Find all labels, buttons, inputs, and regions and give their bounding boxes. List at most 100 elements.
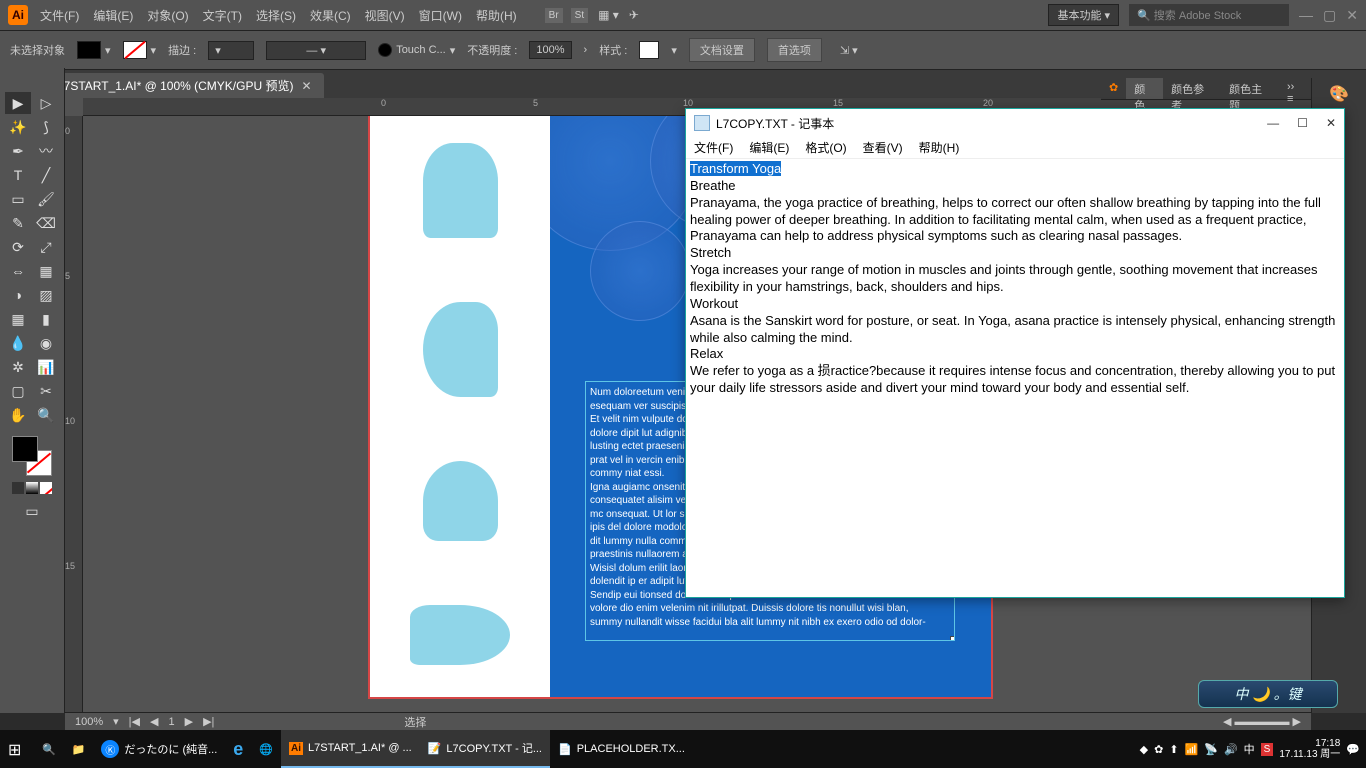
system-tray[interactable]: ◆ ✿ ⬆ 📶 📡 🔊 中 S 17:18 17.11.13 周一 💬 — [1140, 738, 1366, 760]
tray-ime-icon[interactable]: 中 — [1244, 741, 1255, 757]
menu-window[interactable]: 窗口(W) — [419, 7, 462, 24]
taskbar-illustrator[interactable]: AiL7START_1.AI* @ ... — [281, 730, 420, 768]
color-panel-tab[interactable]: 颜色 — [1126, 78, 1163, 99]
taskbar-browser-icon[interactable]: 🌐 — [251, 730, 281, 768]
notepad-window[interactable]: L7COPY.TXT - 记事本 — ☐ ✕ 文件(F) 编辑(E) 格式(O)… — [685, 108, 1345, 598]
np-menu-edit[interactable]: 编辑(E) — [749, 139, 789, 156]
direct-selection-tool[interactable]: ▷ — [33, 92, 59, 114]
menu-help[interactable]: 帮助(H) — [476, 7, 517, 24]
stock-icon[interactable]: St — [571, 8, 588, 23]
menu-select[interactable]: 选择(S) — [256, 7, 296, 24]
magic-wand-tool[interactable]: ✨ — [5, 116, 31, 138]
workspace-selector[interactable]: 基本功能 ▾ — [1048, 4, 1119, 26]
menu-type[interactable]: 文字(T) — [203, 7, 242, 24]
notepad-text-area[interactable]: Transform Yoga Breathe Pranayama, the yo… — [686, 159, 1344, 597]
taskbar-search-icon[interactable]: 🔍 — [34, 730, 64, 768]
overset-text-icon[interactable]: + — [950, 636, 955, 641]
nav-first-icon[interactable]: |◀ — [129, 715, 140, 728]
paintbrush-tool[interactable]: 🖌 — [33, 188, 59, 210]
tray-icon[interactable]: ◆ — [1140, 743, 1148, 756]
taskbar-music-app[interactable]: Ⓚだったのに (純音... — [93, 730, 225, 768]
scale-tool[interactable]: ⤢ — [33, 236, 59, 258]
hand-tool[interactable]: ✋ — [5, 404, 31, 426]
blend-tool[interactable]: ◉ — [33, 332, 59, 354]
taskbar-notepad-l7copy[interactable]: 📝L7COPY.TXT - 记... — [420, 730, 550, 768]
mesh-tool[interactable]: ▦ — [5, 308, 31, 330]
np-menu-file[interactable]: 文件(F) — [694, 139, 733, 156]
pen-tool[interactable]: ✒ — [5, 140, 31, 162]
stroke-profile-dropdown[interactable]: — ▾ — [266, 41, 366, 60]
eyedropper-tool[interactable]: 💧 — [5, 332, 31, 354]
tray-wifi-icon[interactable]: 📶 — [1185, 743, 1199, 756]
bridge-icon[interactable]: Br — [545, 8, 563, 23]
none-mode-icon[interactable] — [40, 482, 52, 494]
tray-volume-icon[interactable]: 🔊 — [1224, 743, 1238, 756]
taskbar-explorer-icon[interactable]: 📁 — [64, 730, 94, 768]
perspective-tool[interactable]: ▨ — [33, 284, 59, 306]
opacity-input[interactable]: 100% — [529, 41, 571, 59]
menu-view[interactable]: 视图(V) — [365, 7, 405, 24]
document-settings-button[interactable]: 文档设置 — [689, 38, 755, 62]
menu-object[interactable]: 对象(O) — [147, 7, 188, 24]
window-maximize-icon[interactable]: ▢ — [1323, 7, 1336, 24]
np-menu-view[interactable]: 查看(V) — [863, 139, 903, 156]
graph-tool[interactable]: 📊 — [33, 356, 59, 378]
color-theme-tab[interactable]: 颜色主题 — [1221, 78, 1279, 99]
document-tab[interactable]: L7START_1.AI* @ 100% (CMYK/GPU 预览) ✕ — [45, 73, 324, 98]
line-tool[interactable]: ╱ — [33, 164, 59, 186]
vertical-ruler[interactable]: 051015 — [65, 116, 83, 713]
notepad-close-icon[interactable]: ✕ — [1326, 116, 1336, 130]
window-close-icon[interactable]: ✕ — [1346, 7, 1358, 24]
menu-file[interactable]: 文件(F) — [40, 7, 79, 24]
rotate-tool[interactable]: ⟳ — [5, 236, 31, 258]
tray-icon[interactable]: ✿ — [1154, 743, 1163, 756]
zoom-level[interactable]: 100% — [75, 716, 103, 728]
tray-icon[interactable]: ⬆ — [1169, 743, 1178, 756]
free-transform-tool[interactable]: ▦ — [33, 260, 59, 282]
close-tab-icon[interactable]: ✕ — [301, 79, 311, 93]
curvature-tool[interactable]: 〰 — [33, 140, 59, 162]
style-swatch[interactable] — [639, 41, 659, 59]
rectangle-tool[interactable]: ▭ — [5, 188, 31, 210]
selection-tool[interactable]: ▶ — [5, 92, 31, 114]
arrange-icon[interactable]: ▦ ▾ — [598, 8, 619, 22]
window-minimize-icon[interactable]: — — [1299, 7, 1313, 24]
zoom-tool[interactable]: 🔍 — [33, 404, 59, 426]
page-number[interactable]: 1 — [168, 716, 174, 728]
symbol-sprayer-tool[interactable]: ✲ — [5, 356, 31, 378]
stroke-color-control[interactable]: ▾ — [123, 41, 157, 59]
nav-next-icon[interactable]: ▶ — [185, 715, 193, 728]
stock-search-input[interactable]: 🔍 搜索 Adobe Stock — [1129, 4, 1289, 26]
taskbar-edge-icon[interactable]: e — [225, 730, 251, 768]
notepad-title-bar[interactable]: L7COPY.TXT - 记事本 — ☐ ✕ — [686, 109, 1344, 137]
tray-network-icon[interactable]: 📡 — [1204, 743, 1218, 756]
gradient-mode-icon[interactable] — [26, 482, 38, 494]
preferences-button[interactable]: 首选项 — [767, 38, 822, 62]
taskbar-clock[interactable]: 17:18 17.11.13 周一 — [1279, 738, 1340, 760]
screen-mode-icon[interactable]: ▭ — [19, 500, 45, 522]
color-guide-tab[interactable]: 颜色参考 — [1163, 78, 1221, 99]
lasso-tool[interactable]: ⟆ — [33, 116, 59, 138]
taskbar-notepad-placeholder[interactable]: 📄PLACEHOLDER.TX... — [550, 730, 693, 768]
gradient-tool[interactable]: ▮ — [33, 308, 59, 330]
notepad-minimize-icon[interactable]: — — [1267, 116, 1279, 130]
nav-last-icon[interactable]: ▶| — [203, 715, 214, 728]
libraries-icon[interactable]: 🎨 — [1312, 78, 1366, 110]
width-tool[interactable]: ⇔ — [5, 260, 31, 282]
fill-color-control[interactable]: ▾ — [77, 41, 111, 59]
ime-indicator[interactable]: 中 🌙 。键 — [1198, 680, 1338, 708]
menu-effect[interactable]: 效果(C) — [310, 7, 351, 24]
slice-tool[interactable]: ✂ — [33, 380, 59, 402]
action-center-icon[interactable]: 💬 — [1346, 743, 1360, 756]
stroke-weight-dropdown[interactable]: ▾ — [208, 41, 254, 60]
shaper-tool[interactable]: ✎ — [5, 212, 31, 234]
nav-prev-icon[interactable]: ◀ — [150, 715, 158, 728]
color-mode-icon[interactable] — [12, 482, 24, 494]
eraser-tool[interactable]: ⌫ — [33, 212, 59, 234]
np-menu-help[interactable]: 帮助(H) — [919, 139, 960, 156]
menu-edit[interactable]: 编辑(E) — [93, 7, 133, 24]
type-tool[interactable]: T — [5, 164, 31, 186]
artboard-tool[interactable]: ▢ — [5, 380, 31, 402]
notepad-maximize-icon[interactable]: ☐ — [1297, 116, 1308, 130]
share-icon[interactable]: ✈ — [629, 8, 639, 22]
